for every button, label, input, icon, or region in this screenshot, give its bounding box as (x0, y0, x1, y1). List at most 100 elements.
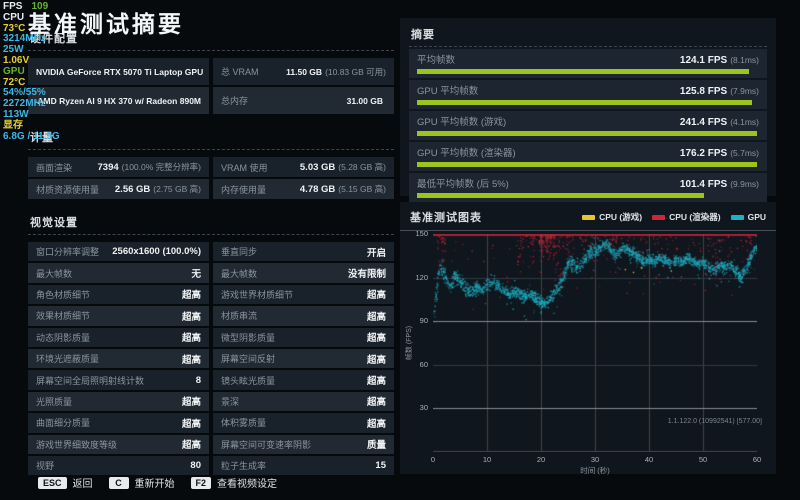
setting-row: 光照质量 超高 (28, 391, 209, 412)
setting-row-label: 景深 (221, 396, 240, 407)
setting-row-label: 曲面细分质量 (36, 418, 91, 429)
fps-bar-track (417, 69, 759, 74)
setting-row: 游戏世界细致度等级 超高 (28, 434, 209, 454)
summary-row: 最低平均帧数 (后 5%) 101.4 FPS (9.9ms) (409, 173, 767, 202)
hardware-row-value: AMD Ryzen AI 9 HX 370 w/ Radeon 890M (37, 95, 201, 106)
setting-row: 景深 超高 (213, 391, 394, 412)
setting-row-value: 超高 (181, 418, 201, 430)
key-badge[interactable]: ESC (38, 476, 67, 489)
section-hardware: 硬件配置 GPU NVIDIA GeForce RTX 5070 Ti Lapt… (28, 30, 394, 114)
metric-row: 画面渲染 7394 (100.0% 完整分辨率) (28, 157, 209, 177)
setting-row: 最大帧数 没有限制 (213, 263, 394, 283)
setting-row: 窗口分辨率调整 2560x1600 (100.0%) (28, 242, 209, 262)
setting-row: 体积雾质量 超高 (213, 413, 394, 433)
setting-row-label: 游戏世界细致度等级 (36, 439, 118, 450)
chart-panel: 基准测试图表 CPU (游戏) CPU (渲染器) GPU 150 120 90 60… (400, 202, 776, 475)
summary-row-value: 125.8 FPS (679, 86, 728, 97)
setting-row: 最大帧数 无 (28, 263, 209, 283)
setting-row-label: 效果材质细节 (36, 311, 91, 322)
chart-title: 基准测试图表 (410, 212, 482, 224)
metrics-title: 计量 (28, 129, 394, 150)
summary-row-note: (9.9ms) (730, 179, 759, 189)
setting-row-label: 屏幕空间反射 (221, 354, 276, 365)
setting-row-value: 超高 (366, 376, 386, 388)
setting-row-value: 超高 (181, 354, 201, 366)
hardware-row-label: 总 VRAM (221, 67, 259, 77)
metric-row-value: 4.78 GB (299, 183, 336, 195)
setting-row-value: 超高 (366, 290, 386, 302)
key-hint[interactable]: F2 查看视频设定 (190, 475, 278, 490)
setting-row-value: 质量 (366, 440, 386, 452)
setting-row-label: 游戏世界材质细节 (221, 289, 294, 300)
setting-row: 屏幕空间全局照明射线计数 8 (28, 370, 209, 390)
hardware-row-value: NVIDIA GeForce RTX 5070 Ti Laptop GPU (36, 66, 204, 77)
summary-row-note: (4.1ms) (730, 117, 759, 127)
setting-row-value: 超高 (366, 397, 386, 409)
summary-row: GPU 平均帧数 (渲染器) 176.2 FPS (5.7ms) (409, 142, 767, 171)
setting-row: 环境光遮蔽质量 超高 (28, 348, 209, 369)
summary-row-label: GPU 平均帧数 (渲染器) (417, 148, 516, 159)
setting-row-label: 最大帧数 (36, 268, 73, 279)
chart-x-ticks: 0 10 20 30 40 50 60 (423, 455, 767, 464)
setting-row-value: 超高 (181, 311, 201, 323)
overlay-line-text: 2272MHz (3, 98, 46, 110)
setting-row: 屏幕空间反射 超高 (213, 348, 394, 369)
overlay-line-text: 113W (3, 108, 29, 120)
setting-row-value: 无 (191, 269, 201, 281)
key-badge[interactable]: F2 (190, 476, 212, 489)
setting-row-label: 微型阴影质量 (221, 332, 276, 343)
perf-overlay: FPS 109 CPU 73°C 3214MHz 25W 1.06V GPU 7… (3, 1, 60, 143)
summary-row-value: 241.4 FPS (679, 117, 728, 128)
legend-swatch-icon (652, 214, 666, 220)
setting-row-value: 没有限制 (347, 269, 386, 281)
x-tick-label: 50 (698, 455, 708, 464)
legend-item: CPU (游戏) (582, 211, 642, 223)
setting-row-label: 屏幕空间可变速率阴影 (221, 439, 312, 450)
fps-bar-fill (417, 193, 705, 198)
metrics-left-col: 画面渲染 7394 (100.0% 完整分辨率) 材质资源使用量 2.56 GB… (28, 157, 209, 199)
overlay-line-text: 25W (3, 44, 24, 56)
key-hint[interactable]: C 重新开始 (108, 475, 175, 490)
build-version-text: 1.1.122.0 (10992541) [577.00] (667, 418, 762, 425)
key-hint-label: 查看视频设定 (217, 479, 278, 490)
fps-bar-fill (417, 162, 758, 167)
setting-row-label: 镜头眩光质量 (221, 375, 276, 386)
chart-legend: CPU (游戏) CPU (渲染器) GPU (582, 211, 766, 223)
key-badge[interactable]: C (108, 476, 129, 489)
left-pane: 硬件配置 GPU NVIDIA GeForce RTX 5070 Ti Lapt… (28, 30, 394, 490)
y-tick-label: 30 (419, 403, 428, 412)
setting-row-label: 材质串流 (221, 311, 258, 322)
x-tick-label: 40 (644, 455, 654, 464)
setting-row-value: 超高 (366, 333, 386, 345)
chart-header: 基准测试图表 CPU (游戏) CPU (渲染器) GPU (400, 202, 776, 231)
setting-row-value: 超高 (181, 397, 201, 409)
metric-row-note: (5.28 GB 高) (338, 162, 386, 172)
metric-row-value: 2.56 GB (114, 183, 151, 195)
overlay-line-text: 72°C (3, 76, 26, 88)
summary-row-value: 176.2 FPS (679, 148, 728, 159)
x-tick-label: 10 (482, 455, 492, 464)
setting-row-value: 2560x1600 (100.0%) (112, 246, 201, 258)
overlay-fps-value: 109 (31, 1, 49, 12)
summary-row-value: 101.4 FPS (679, 179, 728, 190)
setting-row-value: 15 (375, 460, 386, 472)
setting-row: 材质串流 超高 (213, 306, 394, 326)
legend-swatch-icon (730, 214, 744, 220)
setting-row: 粒子生成率 15 (213, 455, 394, 476)
key-hint[interactable]: ESC 返回 (38, 475, 93, 490)
summary-row: GPU 平均帧数 125.8 FPS (7.9ms) (409, 80, 767, 109)
setting-row-label: 粒子生成率 (221, 461, 267, 472)
legend-item: GPU (730, 212, 766, 222)
key-hint-label: 重新开始 (134, 479, 175, 490)
setting-row-label: 垂直同步 (221, 247, 258, 258)
setting-row-value: 超高 (366, 311, 386, 323)
section-metrics: 计量 画面渲染 7394 (100.0% 完整分辨率) 材质资源使用量 2.56… (28, 129, 394, 199)
key-hint-label: 返回 (72, 479, 93, 490)
setting-row: 微型阴影质量 超高 (213, 327, 394, 347)
setting-row: 游戏世界材质细节 超高 (213, 284, 394, 305)
summary-row: GPU 平均帧数 (游戏) 241.4 FPS (4.1ms) (409, 111, 767, 140)
overlay-lines: CPU 73°C 3214MHz 25W 1.06V GPU 72°C 54%/… (3, 12, 60, 143)
hardware-row: 总内存 31.00 GB (213, 87, 394, 114)
visual-settings-right-col: 垂直同步 开启 最大帧数 没有限制 游戏世界材质细节 超高 材质串流 超高 微型… (213, 242, 394, 476)
overlay-line-text: 3214MHz (3, 33, 46, 45)
